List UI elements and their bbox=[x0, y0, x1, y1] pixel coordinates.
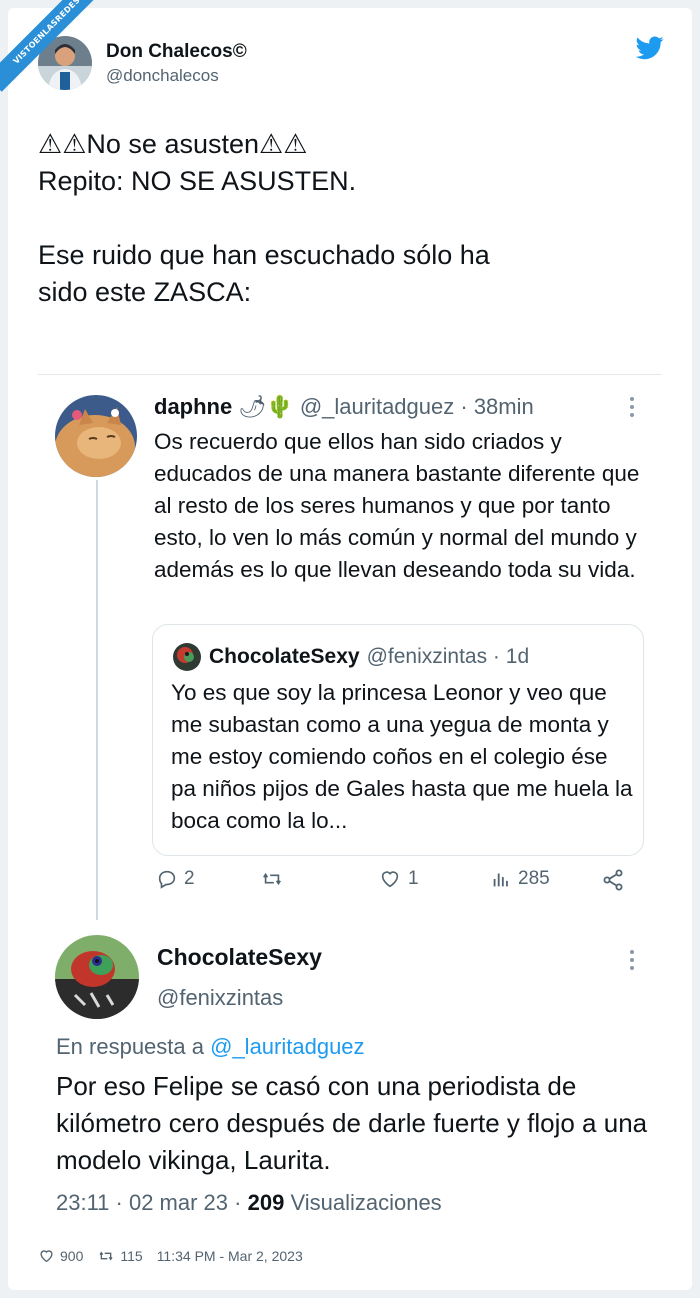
reply-avatar[interactable] bbox=[55, 935, 139, 1019]
analytics-icon bbox=[493, 873, 508, 887]
reply-action[interactable]: 2 bbox=[156, 868, 195, 890]
reply-text: Por eso Felipe se casó con una periodist… bbox=[56, 1071, 648, 1175]
author-name[interactable]: Don Chalecos© bbox=[106, 41, 247, 63]
inner-quote-avatar[interactable] bbox=[173, 643, 201, 671]
retweet-icon bbox=[263, 872, 281, 886]
share-icon bbox=[603, 869, 623, 891]
reply-meta: 23:11 · 02 mar 23 · 209 Visualizaciones bbox=[56, 1190, 442, 1216]
quoted-tweet-time: · 38min bbox=[460, 394, 534, 419]
tweet-author[interactable]: Don Chalecos© @donchalecos bbox=[38, 36, 247, 90]
quoted-tweet-actions: 2 1 285 bbox=[156, 868, 636, 902]
quoted-tweet-text: Os recuerdo que ellos han sido criados y… bbox=[154, 429, 640, 582]
reply-handle[interactable]: @fenixzintas bbox=[157, 985, 283, 1011]
share-action[interactable] bbox=[600, 868, 632, 892]
reply-icon bbox=[158, 870, 176, 889]
inner-quoted-card[interactable]: ChocolateSexy @fenixzintas · 1d Yo es qu… bbox=[152, 624, 644, 856]
twitter-bird-icon[interactable] bbox=[635, 36, 664, 60]
quoted-tweet-handle[interactable]: @_lauritadguez bbox=[300, 394, 454, 419]
tweet-footer: 900 115 11:34 PM - Mar 2, 2023 bbox=[38, 1248, 317, 1264]
footer-datetime[interactable]: 11:34 PM - Mar 2, 2023 bbox=[157, 1248, 303, 1264]
reply-more-icon[interactable] bbox=[628, 948, 636, 972]
heart-icon bbox=[40, 1250, 53, 1263]
quoted-tweet-header: daphne 🌶🌵 @_lauritadguez · 38min bbox=[154, 394, 534, 420]
like-count: 1 bbox=[408, 868, 419, 889]
thread-connector-line bbox=[96, 480, 98, 920]
reply-count: 2 bbox=[184, 868, 195, 889]
reply-prefix: En respuesta a bbox=[56, 1034, 204, 1059]
footer-like-count: 900 bbox=[60, 1248, 84, 1264]
inner-quote-name[interactable]: ChocolateSexy bbox=[209, 645, 360, 669]
retweet-action[interactable] bbox=[260, 868, 290, 890]
author-handle[interactable]: @donchalecos bbox=[106, 66, 247, 86]
quoted-tweet-avatar[interactable] bbox=[55, 395, 137, 477]
footer-likes[interactable]: 900 bbox=[38, 1248, 83, 1264]
in-reply-to: En respuesta a @_lauritadguez bbox=[56, 1034, 365, 1060]
heart-icon bbox=[381, 871, 399, 888]
inner-quote-handle[interactable]: @fenixzintas · 1d bbox=[367, 645, 530, 669]
reply-name[interactable]: ChocolateSexy bbox=[157, 944, 322, 971]
quoted-tweet-more-icon[interactable] bbox=[628, 395, 636, 419]
retweet-icon bbox=[99, 1251, 113, 1261]
inner-quote-text: Yo es que soy la princesa Leonor y veo q… bbox=[171, 680, 633, 833]
reply-views-label: Visualizaciones bbox=[290, 1190, 442, 1215]
footer-retweet-count: 115 bbox=[120, 1248, 143, 1264]
tweet-text: ⚠⚠No se asusten⚠⚠ Repito: NO SE ASUSTEN.… bbox=[38, 129, 490, 307]
reply-timestamp[interactable]: 23:11 · 02 mar 23 · bbox=[56, 1190, 241, 1215]
reply-views-count: 209 bbox=[247, 1190, 285, 1215]
views-count: 285 bbox=[518, 868, 550, 889]
quoted-tweet-name[interactable]: daphne bbox=[154, 394, 232, 419]
like-action[interactable]: 1 bbox=[378, 868, 419, 890]
reply-mention-link[interactable]: @_lauritadguez bbox=[210, 1034, 364, 1059]
quoted-tweet-emoji: 🌶🌵 bbox=[238, 394, 294, 419]
footer-retweets[interactable]: 115 bbox=[97, 1248, 143, 1264]
views-action[interactable]: 285 bbox=[490, 868, 550, 890]
